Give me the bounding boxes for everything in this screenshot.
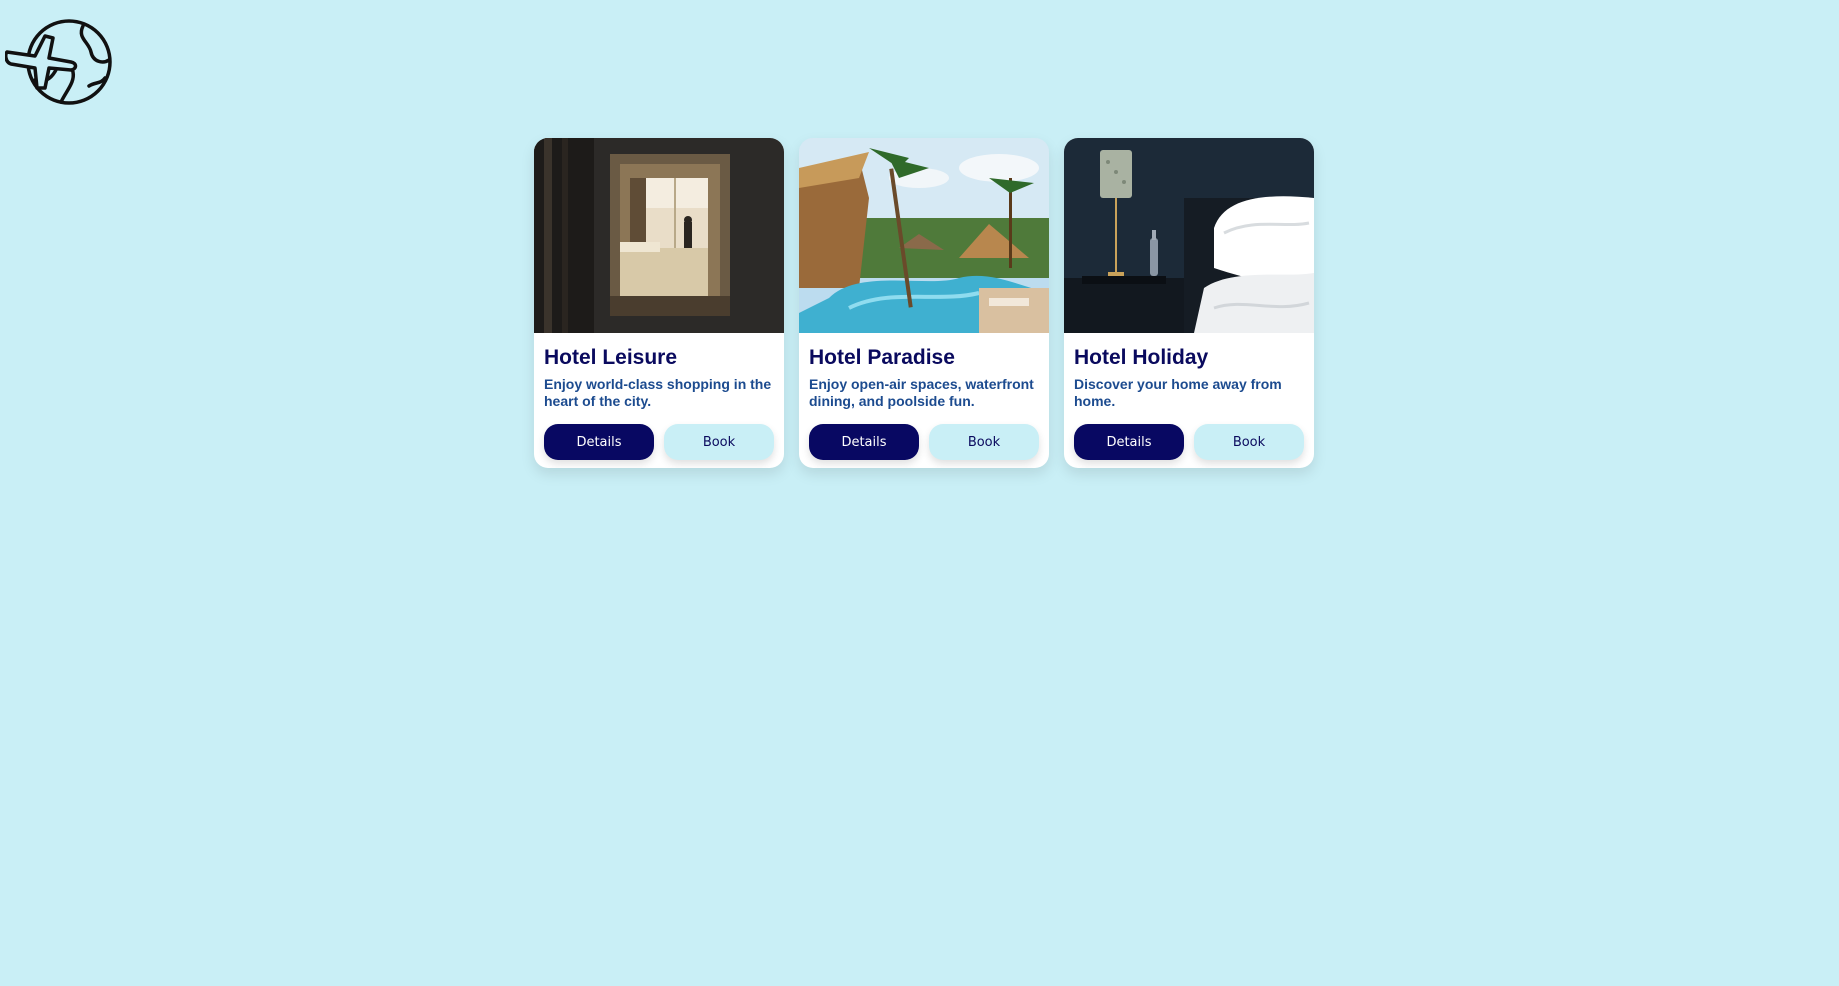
details-button[interactable]: Details: [1074, 424, 1184, 460]
hotel-card: Hotel Leisure Enjoy world-class shopping…: [534, 138, 784, 468]
hotel-card-list: Hotel Leisure Enjoy world-class shopping…: [534, 138, 1314, 468]
details-button[interactable]: Details: [809, 424, 919, 460]
book-button[interactable]: Book: [1194, 424, 1304, 460]
globe-plane-icon[interactable]: [4, 16, 119, 108]
card-title: Hotel Holiday: [1074, 346, 1209, 369]
resort-pool-image: [799, 138, 1049, 333]
card-title: Hotel Paradise: [809, 346, 955, 369]
hotel-room-image: [534, 138, 784, 333]
card-title: Hotel Leisure: [544, 346, 678, 369]
card-description: Enjoy world-class shopping in the heart …: [544, 376, 772, 409]
bedroom-image: [1064, 138, 1314, 333]
hotel-card: Hotel Holiday Discover your home away fr…: [1064, 138, 1314, 468]
book-button[interactable]: Book: [664, 424, 774, 460]
card-description: Discover your home away from home.: [1074, 376, 1282, 409]
hotel-card: Hotel Paradise Enjoy open-air spaces, wa…: [799, 138, 1049, 468]
details-button[interactable]: Details: [544, 424, 654, 460]
card-description: Enjoy open-air spaces, waterfront dining…: [809, 376, 1034, 409]
book-button[interactable]: Book: [929, 424, 1039, 460]
